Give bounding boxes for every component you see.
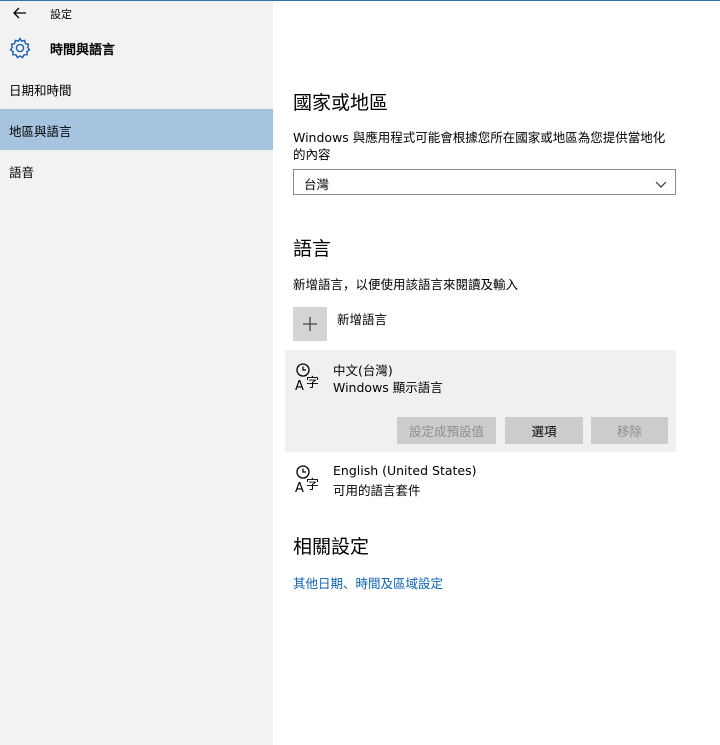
region-description-line2: 的內容 bbox=[293, 147, 331, 162]
svg-text:字: 字 bbox=[306, 478, 319, 493]
region-section-title: 國家或地區 bbox=[293, 92, 389, 114]
sidebar-item-label: 日期和時間 bbox=[9, 83, 72, 98]
remove-button[interactable]: 移除 bbox=[591, 417, 668, 444]
language-pack-icon: A 字 bbox=[294, 362, 324, 394]
language-item-en-us[interactable]: English (United States) bbox=[333, 463, 477, 478]
region-description-line1: Windows 與應用程式可能會根據您所在國家或地區為您提供當地化 bbox=[293, 130, 666, 145]
page-title: 時間與語言 bbox=[50, 43, 116, 58]
set-default-button[interactable]: 設定成預設值 bbox=[397, 417, 496, 444]
language-status: Windows 顯示語言 bbox=[333, 380, 443, 395]
back-arrow-icon[interactable] bbox=[10, 3, 30, 23]
gear-icon bbox=[9, 37, 31, 59]
add-language-label[interactable]: 新增語言 bbox=[337, 309, 387, 328]
svg-text:A: A bbox=[295, 379, 304, 392]
language-pack-icon: A 字 bbox=[294, 464, 324, 496]
language-section-title: 語言 bbox=[293, 238, 332, 260]
country-region-dropdown[interactable]: 台灣 bbox=[293, 169, 676, 195]
language-description: 新增語言，以便使用該語言來閱讀及輸入 bbox=[293, 277, 519, 292]
sidebar-item-label: 地區與語言 bbox=[9, 124, 72, 139]
svg-text:A: A bbox=[295, 481, 304, 494]
sidebar-item-date-time[interactable]: 日期和時間 bbox=[0, 68, 273, 109]
sidebar-item-speech[interactable]: 語音 bbox=[0, 150, 273, 191]
language-status: 可用的語言套件 bbox=[333, 483, 421, 498]
dropdown-value: 台灣 bbox=[304, 177, 330, 192]
sidebar-item-region-language[interactable]: 地區與語言 bbox=[0, 109, 273, 150]
add-language-button[interactable] bbox=[293, 307, 327, 341]
options-button[interactable]: 選項 bbox=[505, 417, 583, 444]
additional-date-time-region-link[interactable]: 其他日期、時間及區域設定 bbox=[293, 573, 443, 592]
sidebar-item-label: 語音 bbox=[9, 165, 35, 180]
plus-icon bbox=[303, 317, 317, 331]
window-title: 設定 bbox=[50, 8, 72, 21]
related-settings-title: 相關設定 bbox=[293, 536, 370, 558]
svg-text:字: 字 bbox=[306, 376, 319, 391]
chevron-down-icon bbox=[655, 175, 667, 188]
